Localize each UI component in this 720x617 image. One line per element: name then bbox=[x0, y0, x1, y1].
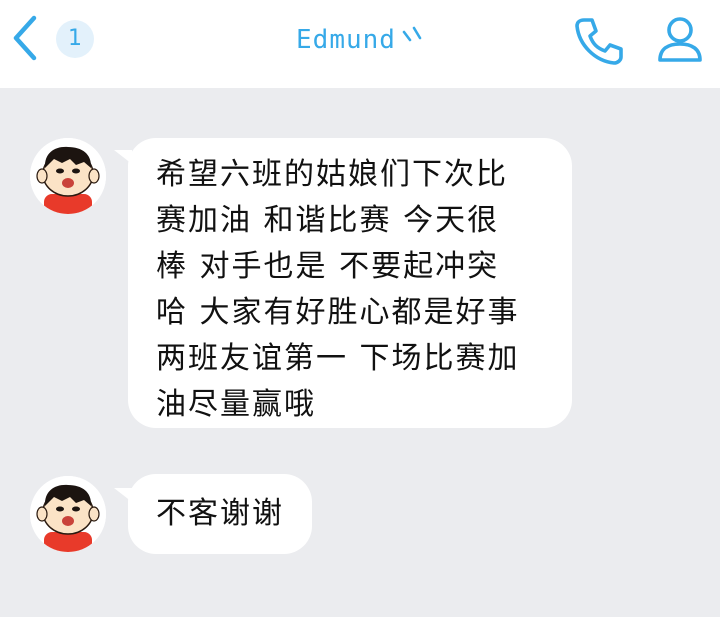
contact-avatar[interactable] bbox=[30, 138, 106, 214]
chat-header: 1 Edmund bbox=[0, 0, 720, 88]
contact-avatar[interactable] bbox=[30, 476, 106, 552]
message-bubble[interactable]: 希望六班的姑娘们下次比 赛加油 和谐比赛 今天很 棒 对手也是 不要起冲突 哈 … bbox=[128, 138, 572, 428]
avatar-cartoon-image bbox=[30, 138, 106, 214]
avatar-cartoon-image bbox=[30, 476, 106, 552]
chat-title[interactable]: Edmund bbox=[200, 16, 520, 64]
profile-button[interactable] bbox=[654, 14, 706, 66]
contact-name: Edmund bbox=[296, 25, 396, 55]
message-text: 希望六班的姑娘们下次比 赛加油 和谐比赛 今天很 棒 对手也是 不要起冲突 哈 … bbox=[156, 157, 520, 422]
phone-icon bbox=[575, 18, 623, 65]
call-button[interactable] bbox=[572, 14, 626, 68]
message-bubble[interactable]: 不客谢谢 bbox=[128, 474, 312, 554]
checkmark-icon bbox=[402, 26, 422, 42]
unread-count-badge[interactable]: 1 bbox=[56, 20, 94, 58]
chevron-left-icon bbox=[13, 15, 37, 61]
user-profile-icon bbox=[658, 17, 702, 62]
message-text: 不客谢谢 bbox=[156, 496, 284, 531]
back-button[interactable] bbox=[4, 12, 46, 64]
